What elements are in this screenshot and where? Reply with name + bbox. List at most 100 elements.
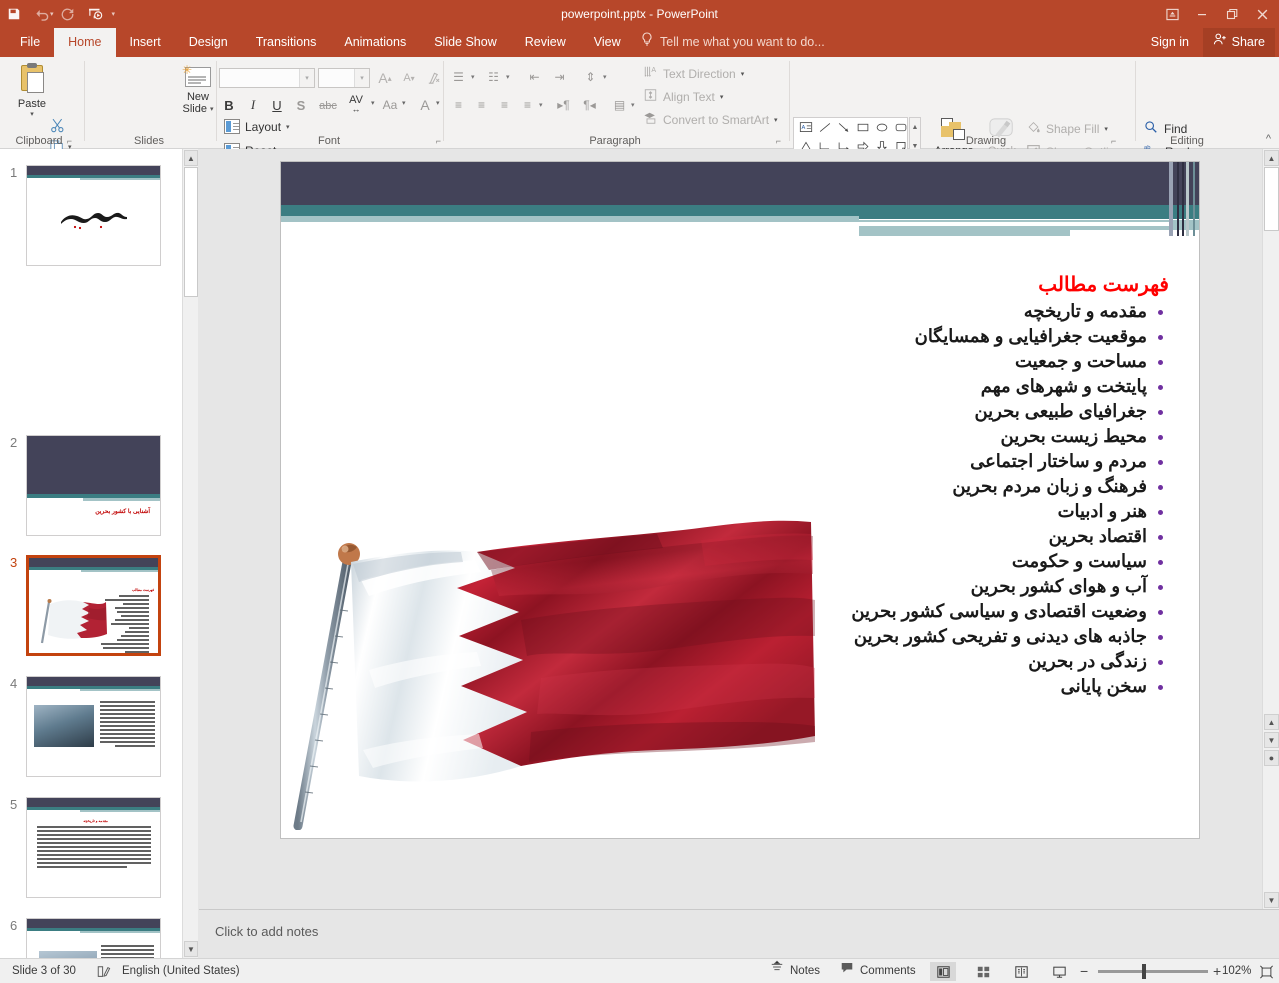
zoom-slider[interactable] — [1098, 970, 1208, 973]
align-center-button[interactable]: ≡ — [471, 95, 492, 115]
tab-home[interactable]: Home — [54, 28, 115, 57]
share-button[interactable]: Share — [1203, 28, 1275, 57]
strikethrough-button[interactable]: abc — [315, 95, 341, 117]
font-size-dropdown-icon[interactable]: ▾ — [354, 69, 369, 87]
numbering-button[interactable]: ☷ — [483, 67, 504, 87]
collapse-ribbon-icon[interactable]: ^ — [1266, 133, 1271, 145]
slide-scroll-menu-icon[interactable]: ● — [1264, 750, 1279, 766]
align-left-button[interactable]: ≡ — [448, 95, 469, 115]
line-spacing-button[interactable]: ⇕ — [580, 67, 601, 87]
columns-dropdown-icon[interactable]: ▾ — [631, 101, 635, 109]
normal-view-button[interactable] — [930, 962, 956, 981]
bahrain-flag-image[interactable] — [291, 500, 821, 830]
line-spacing-dropdown-icon[interactable]: ▾ — [603, 73, 607, 81]
tab-review[interactable]: Review — [511, 28, 580, 57]
tab-transitions[interactable]: Transitions — [242, 28, 331, 57]
previous-slide-icon[interactable]: ▲ — [1264, 714, 1279, 730]
rtl-direction-button[interactable]: ¶◂ — [579, 95, 600, 115]
spell-check-icon[interactable] — [96, 959, 111, 983]
rounded-rectangle-shape-icon[interactable] — [892, 119, 909, 136]
tab-view[interactable]: View — [580, 28, 635, 57]
tell-me-search[interactable]: Tell me what you want to do... — [641, 28, 825, 57]
slide-scroll-thumb[interactable] — [1264, 167, 1279, 231]
text-direction-dropdown-icon[interactable]: ▾ — [741, 70, 745, 78]
new-slide-dropdown-icon[interactable]: ▾ — [210, 105, 214, 113]
next-slide-icon[interactable]: ▼ — [1264, 732, 1279, 748]
zoom-out-button[interactable]: − — [1080, 959, 1088, 983]
find-button[interactable]: Find — [1144, 120, 1187, 137]
align-text-button[interactable]: Align Text ▾ — [643, 88, 723, 105]
grow-font-button[interactable]: A▴ — [374, 67, 396, 89]
minimize-icon[interactable] — [1187, 0, 1217, 28]
thumbnail-slide-4[interactable] — [26, 676, 161, 777]
clear-formatting-icon[interactable] — [424, 67, 442, 89]
align-right-button[interactable]: ≡ — [494, 95, 515, 115]
slide-show-view-button[interactable] — [1046, 962, 1072, 981]
italic-button[interactable]: I — [242, 94, 264, 116]
zoom-slider-knob[interactable] — [1142, 964, 1146, 979]
notes-pane[interactable]: Click to add notes — [199, 909, 1279, 958]
textbox-shape-icon[interactable]: A — [797, 119, 814, 136]
change-case-dropdown-icon[interactable]: ▾ — [402, 99, 406, 107]
paste-button[interactable]: Paste ▾ — [8, 61, 56, 118]
comments-button[interactable]: Comments — [840, 959, 916, 983]
language-indicator[interactable]: English (United States) — [122, 959, 240, 983]
thumbnail-slide-6[interactable] — [26, 918, 161, 958]
tab-file[interactable]: File — [6, 28, 54, 57]
text-direction-button[interactable]: A Text Direction ▾ — [643, 65, 744, 82]
paragraph-dialog-launcher[interactable]: ⌐ — [776, 136, 781, 146]
align-text-dropdown-icon[interactable]: ▾ — [720, 93, 724, 101]
change-case-button[interactable]: Aa — [378, 94, 402, 116]
thumbnail-slide-5[interactable]: مقدمه و تاریخچه — [26, 797, 161, 898]
underline-button[interactable]: U — [266, 94, 288, 116]
notes-placeholder[interactable]: Click to add notes — [215, 924, 318, 939]
bullets-button[interactable]: ☰ — [448, 67, 469, 87]
ltr-direction-button[interactable]: ▸¶ — [553, 95, 574, 115]
bullets-dropdown-icon[interactable]: ▾ — [471, 73, 475, 81]
thumbnail-slide-3[interactable]: فهرست مطالب — [26, 555, 161, 656]
increase-indent-button[interactable]: ⇥ — [549, 67, 570, 87]
shapes-scroll-up-icon[interactable]: ▲ — [910, 119, 920, 136]
character-spacing-dropdown-icon[interactable]: ▾ — [371, 99, 375, 107]
slide-counter[interactable]: Slide 3 of 30 — [12, 959, 76, 983]
zoom-in-button[interactable]: + — [1213, 959, 1221, 983]
tab-animations[interactable]: Animations — [330, 28, 420, 57]
slide-scroll-down-icon[interactable]: ▼ — [1264, 892, 1279, 908]
justify-dropdown-icon[interactable]: ▾ — [539, 101, 543, 109]
font-name-dropdown-icon[interactable]: ▾ — [299, 69, 314, 87]
font-color-button[interactable]: A — [414, 94, 436, 116]
font-name-input[interactable]: ▾ — [219, 68, 315, 88]
slide-sorter-view-button[interactable] — [970, 962, 996, 981]
slide-thumbnail-panel[interactable]: 1 2 آشنایی با کشور بحرین — [0, 149, 182, 958]
justify-button[interactable]: ≡ — [517, 95, 538, 115]
zoom-percent[interactable]: 102% — [1222, 959, 1251, 983]
oval-shape-icon[interactable] — [873, 119, 890, 136]
character-spacing-button[interactable]: AV ↔ — [342, 92, 370, 114]
rectangle-shape-icon[interactable] — [854, 119, 871, 136]
thumbnail-scroll-thumb[interactable] — [184, 167, 198, 297]
reading-view-button[interactable] — [1008, 962, 1034, 981]
thumbnail-slide-1[interactable] — [26, 165, 161, 266]
font-color-dropdown-icon[interactable]: ▾ — [436, 99, 440, 107]
bold-button[interactable]: B — [218, 94, 240, 116]
convert-to-smartart-button[interactable]: Convert to SmartArt ▾ — [643, 111, 778, 128]
shape-fill-dropdown-icon[interactable]: ▾ — [1104, 125, 1108, 133]
thumbnail-slide-2[interactable]: آشنایی با کشور بحرین — [26, 435, 161, 536]
notes-button[interactable]: Notes — [770, 959, 820, 983]
shrink-font-button[interactable]: A▾ — [398, 67, 420, 89]
text-shadow-button[interactable]: S — [290, 94, 312, 116]
table-of-contents[interactable]: فهرست مطالب مقدمه و تاریخچه موقعیت جغراف… — [771, 274, 1171, 699]
slide-edit-area[interactable]: فهرست مطالب مقدمه و تاریخچه موقعیت جغراف… — [199, 149, 1279, 909]
thumbnail-scrollbar[interactable]: ▲ ▼ — [182, 149, 198, 958]
shape-fill-button[interactable]: Shape Fill ▾ — [1026, 120, 1108, 137]
columns-button[interactable]: ▤ — [609, 95, 630, 115]
clipboard-dialog-launcher[interactable]: ⌐ — [67, 136, 72, 146]
arrow-shape-icon[interactable] — [835, 119, 852, 136]
thumbnail-scroll-down-icon[interactable]: ▼ — [184, 941, 198, 957]
smartart-dropdown-icon[interactable]: ▾ — [774, 116, 778, 124]
font-size-input[interactable]: ▾ — [318, 68, 370, 88]
new-slide-button[interactable]: ✳ New Slide ▾ — [178, 61, 218, 115]
close-icon[interactable] — [1247, 0, 1277, 28]
sign-in-button[interactable]: Sign in — [1151, 28, 1189, 57]
slide-area-scrollbar[interactable]: ▲ ▲ ▼ ● ▼ — [1262, 149, 1279, 909]
